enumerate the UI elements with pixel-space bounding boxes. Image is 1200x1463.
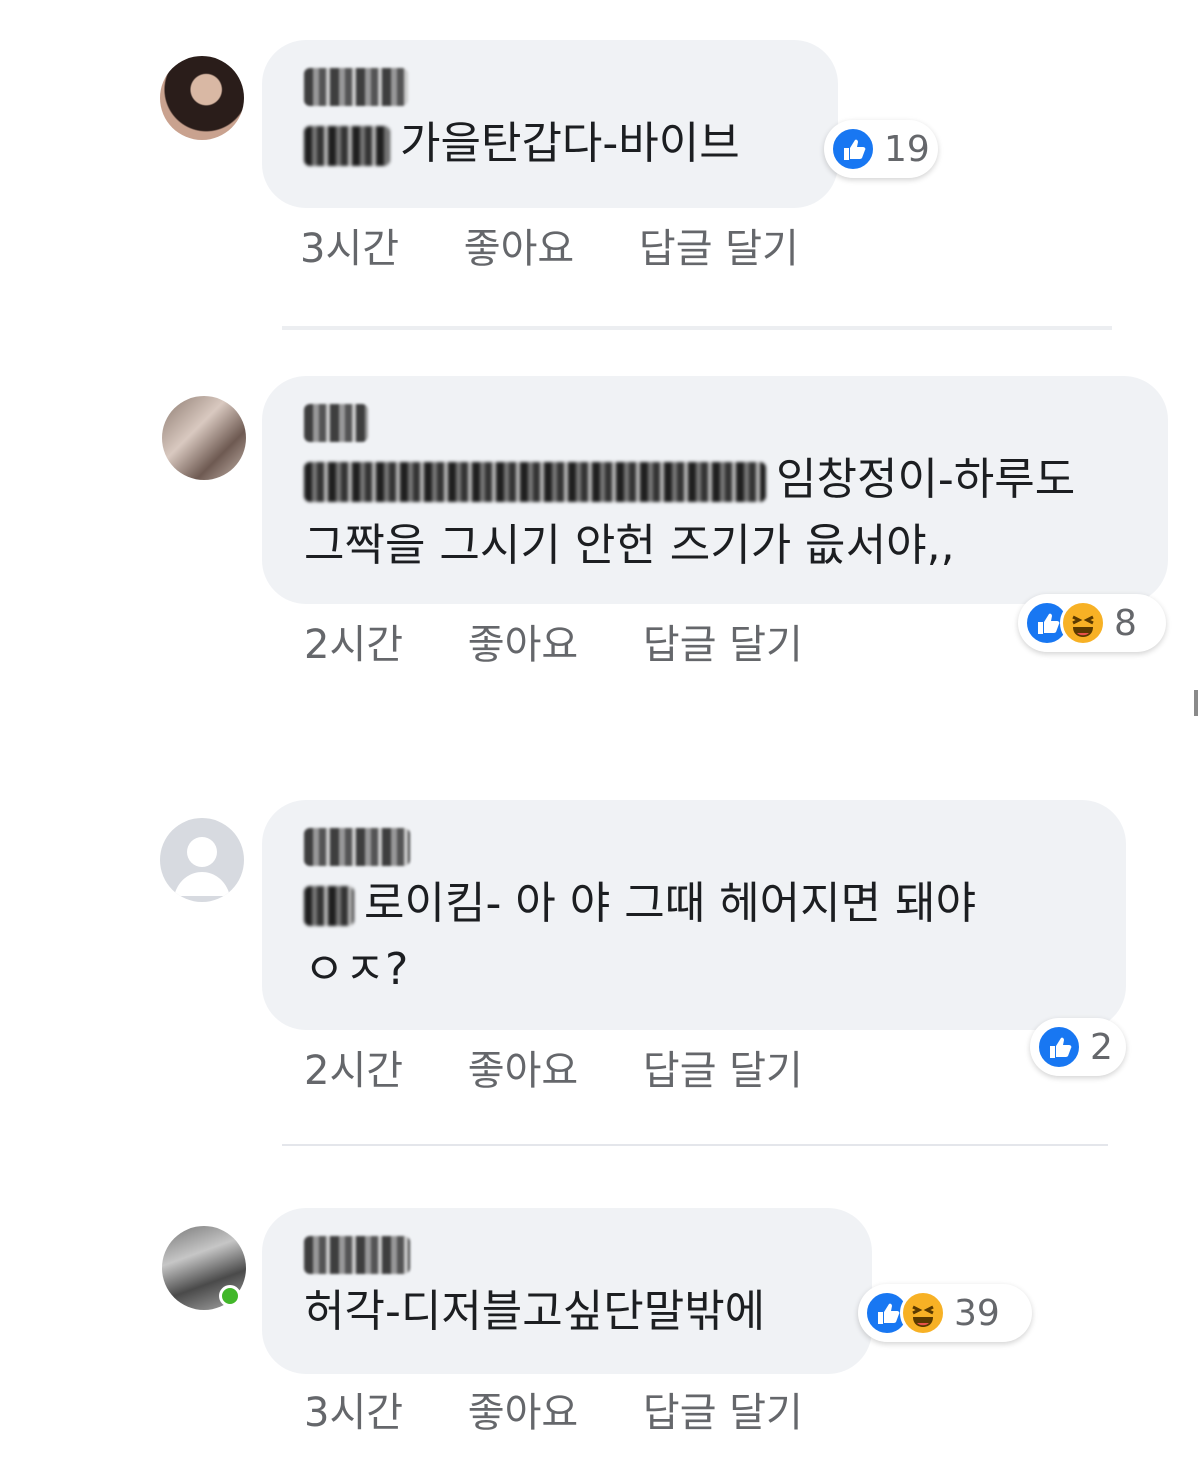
timestamp[interactable]: 3시간 [304,1390,403,1436]
author-name-blurred[interactable] [304,828,410,866]
haha-reaction-icon [1060,600,1106,646]
reaction-summary[interactable]: 39 [858,1284,1032,1342]
like-link[interactable]: 좋아요 [464,226,574,272]
reaction-count: 19 [884,128,930,170]
comment-text-line-2: 그짝을 그시기 안헌 즈기가 읎서야,, [304,520,955,571]
comment-text-line-1: 로이킴- 아 야 그때 헤어지면 돼야 [304,872,1086,936]
comment-bubble: 가을탄갑다-바이브 [262,40,838,208]
avatar[interactable] [162,396,246,480]
comment-text-line-2: ㅇㅈ? [304,944,409,995]
like-reaction-icon [1036,1024,1082,1070]
reply-link[interactable]: 답글 달기 [643,1048,803,1094]
avatar-default[interactable] [160,818,244,902]
like-reaction-icon [830,126,876,172]
comment-bubble: 로이킴- 아 야 그때 헤어지면 돼야 ㅇㅈ? [262,800,1126,1030]
author-name-blurred[interactable] [304,1236,410,1274]
haha-reaction-icon [900,1290,946,1336]
reaction-summary[interactable]: 2 [1030,1018,1126,1076]
scrollbar-edge[interactable] [1194,690,1198,716]
avatar[interactable] [160,56,244,140]
reply-link[interactable]: 답글 달기 [639,226,799,272]
comment-thread: 가을탄갑다-바이브 19 3시간 좋아요 답글 달기 임창정이-하루도 그짝을 … [0,0,1200,1463]
author-name-blurred[interactable] [304,404,368,442]
online-status-indicator [219,1285,241,1307]
section-divider [282,1144,1108,1146]
comment-meta: 2시간 좋아요 답글 달기 [304,612,855,670]
comment-text-line-1: 임창정이-하루도 [304,448,1128,512]
comment-meta: 3시간 좋아요 답글 달기 [304,1380,855,1438]
reaction-count: 8 [1114,602,1137,644]
comment-bubble: 허각-디저블고싶단말밖에 [262,1208,872,1374]
reaction-count: 39 [954,1292,1000,1334]
default-profile-icon [174,837,230,896]
reply-link[interactable]: 답글 달기 [643,622,803,668]
comment-text: 허각-디저블고싶단말밖에 [304,1286,766,1337]
comment-meta: 3시간 좋아요 답글 달기 [300,216,851,274]
comment-meta: 2시간 좋아요 답글 달기 [304,1038,855,1096]
comment-bubble: 임창정이-하루도 그짝을 그시기 안헌 즈기가 읎서야,, [262,376,1168,604]
timestamp[interactable]: 2시간 [304,1048,403,1094]
mention-blurred[interactable] [304,462,766,502]
reaction-count: 2 [1090,1026,1113,1068]
author-name-blurred[interactable] [304,68,408,106]
comment-text: 가을탄갑다-바이브 [304,112,798,176]
like-link[interactable]: 좋아요 [468,622,578,668]
mention-blurred[interactable] [304,126,390,166]
timestamp[interactable]: 2시간 [304,622,403,668]
section-divider [282,326,1112,330]
mention-blurred[interactable] [304,886,354,926]
like-link[interactable]: 좋아요 [468,1048,578,1094]
reply-link[interactable]: 답글 달기 [643,1390,803,1436]
reaction-summary[interactable]: 19 [824,120,938,178]
reaction-summary[interactable]: 8 [1018,594,1166,652]
like-link[interactable]: 좋아요 [468,1390,578,1436]
timestamp[interactable]: 3시간 [300,226,399,272]
